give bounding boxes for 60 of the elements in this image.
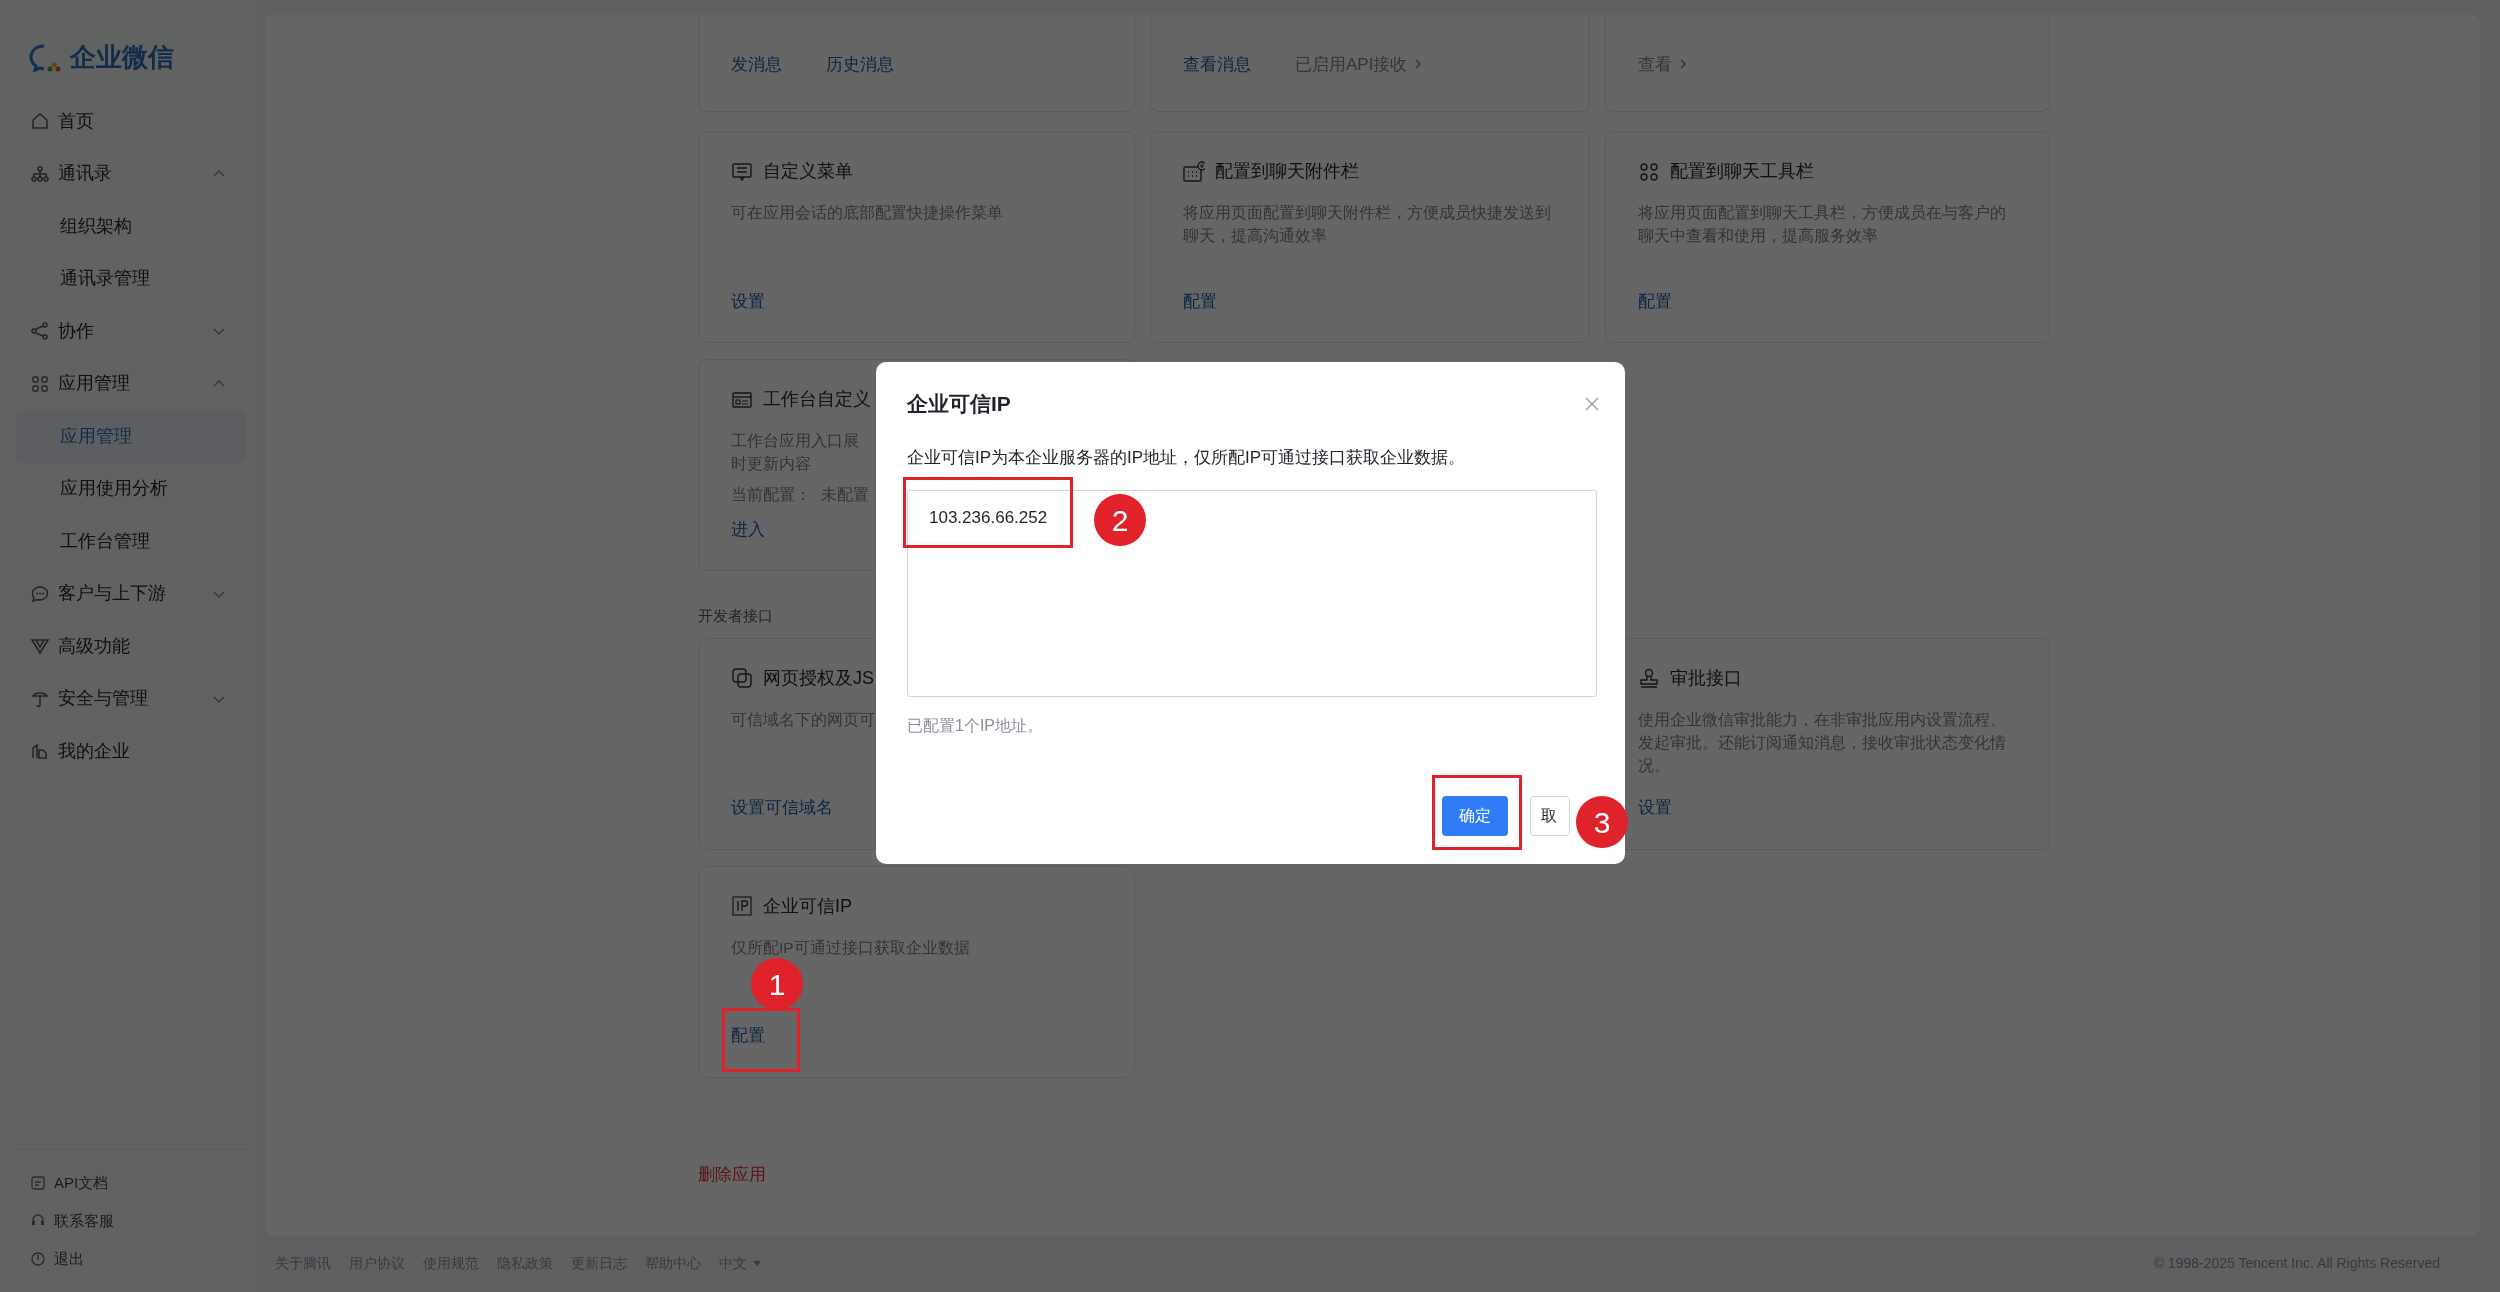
power-icon bbox=[30, 1251, 46, 1267]
card-link[interactable]: 历史消息 bbox=[826, 51, 894, 77]
card-title: 配置到聊天工具栏 bbox=[1670, 160, 1814, 183]
sidebar-item[interactable]: 应用管理 bbox=[16, 357, 246, 410]
sidebar-link[interactable]: API文档 bbox=[54, 1171, 109, 1195]
ip-icon bbox=[731, 895, 753, 917]
sidebar-item[interactable]: 首页 bbox=[16, 95, 246, 148]
sidebar-item[interactable]: 应用管理 bbox=[16, 410, 246, 463]
sidebar-item[interactable]: 客户与上下游 bbox=[16, 567, 246, 620]
card-link[interactable]: 设置 bbox=[731, 288, 765, 314]
cancel-button[interactable]: 取 bbox=[1530, 796, 1570, 836]
sidebar-item[interactable]: 协作 bbox=[16, 305, 246, 358]
chevron-right-icon bbox=[1413, 58, 1424, 71]
sidebar-item[interactable]: 组织架构 bbox=[16, 200, 246, 253]
sidebar-item[interactable]: 通讯录管理 bbox=[16, 252, 246, 305]
sidebar-link[interactable]: 退出 bbox=[54, 1247, 84, 1271]
dialog-description: 企业可信IP为本企业服务器的IP地址，仅所配IP可通过接口获取企业数据。 bbox=[907, 446, 1466, 469]
card-link[interactable]: 设置可信域名 bbox=[731, 795, 833, 821]
document-icon bbox=[30, 1175, 46, 1191]
org-chart-icon bbox=[30, 163, 50, 184]
card-title: 企业可信IP bbox=[763, 894, 852, 918]
funnel-icon bbox=[30, 636, 50, 657]
sidebar-link[interactable]: 联系客服 bbox=[54, 1209, 114, 1233]
logo-text: 企业微信 bbox=[70, 41, 174, 74]
four-circles-icon bbox=[1638, 160, 1660, 183]
card-link[interactable]: 进入 bbox=[731, 516, 765, 542]
sidebar-item[interactable]: 通讯录 bbox=[16, 147, 246, 200]
nodes-icon bbox=[30, 321, 50, 342]
card-link[interactable]: 设置 bbox=[1638, 795, 1672, 821]
sidebar-item[interactable]: 应用使用分析 bbox=[16, 462, 246, 515]
card-link[interactable]: 查看消息 bbox=[1183, 51, 1251, 77]
delete-app-link[interactable]: 删除应用 bbox=[698, 1161, 766, 1187]
confirm-button[interactable]: 确定 bbox=[1442, 796, 1508, 836]
sidebar-item[interactable]: 高级功能 bbox=[16, 620, 246, 673]
ip-count-text: 已配置1个IP地址。 bbox=[907, 716, 1043, 736]
card-link[interactable]: 发消息 bbox=[731, 51, 782, 77]
close-icon[interactable] bbox=[1584, 395, 1600, 412]
grid-icon bbox=[30, 373, 50, 394]
dialog-title: 企业可信IP bbox=[907, 391, 1011, 417]
chevron-right-icon bbox=[1678, 58, 1688, 71]
card-link[interactable]: 配置 bbox=[731, 1023, 765, 1049]
card-title: 审批接口 bbox=[1670, 666, 1742, 690]
sidebar-item[interactable]: 我的企业 bbox=[16, 725, 246, 778]
card-title: 自定义菜单 bbox=[763, 160, 853, 183]
sidebar-item[interactable]: 安全与管理 bbox=[16, 672, 246, 725]
home-icon bbox=[30, 111, 50, 132]
card-title: 配置到聊天附件栏 bbox=[1215, 160, 1359, 183]
stamp-icon bbox=[1638, 667, 1660, 689]
keyboard-plus-icon bbox=[1183, 160, 1205, 183]
caret-down-icon bbox=[753, 1260, 761, 1267]
chat-bubble-icon bbox=[30, 583, 50, 604]
overlapping-squares-icon bbox=[731, 667, 753, 689]
card-link[interactable]: 配置 bbox=[1183, 288, 1217, 314]
card-title: 网页授权及JS bbox=[763, 666, 874, 690]
section-heading: 开发者接口 bbox=[698, 606, 773, 626]
card-title: 工作台自定义 bbox=[763, 388, 871, 411]
menu-card-icon bbox=[731, 160, 753, 183]
card-link[interactable]: 配置 bbox=[1638, 288, 1672, 314]
sidebar-item[interactable]: 工作台管理 bbox=[16, 515, 246, 568]
building-icon bbox=[30, 741, 50, 762]
